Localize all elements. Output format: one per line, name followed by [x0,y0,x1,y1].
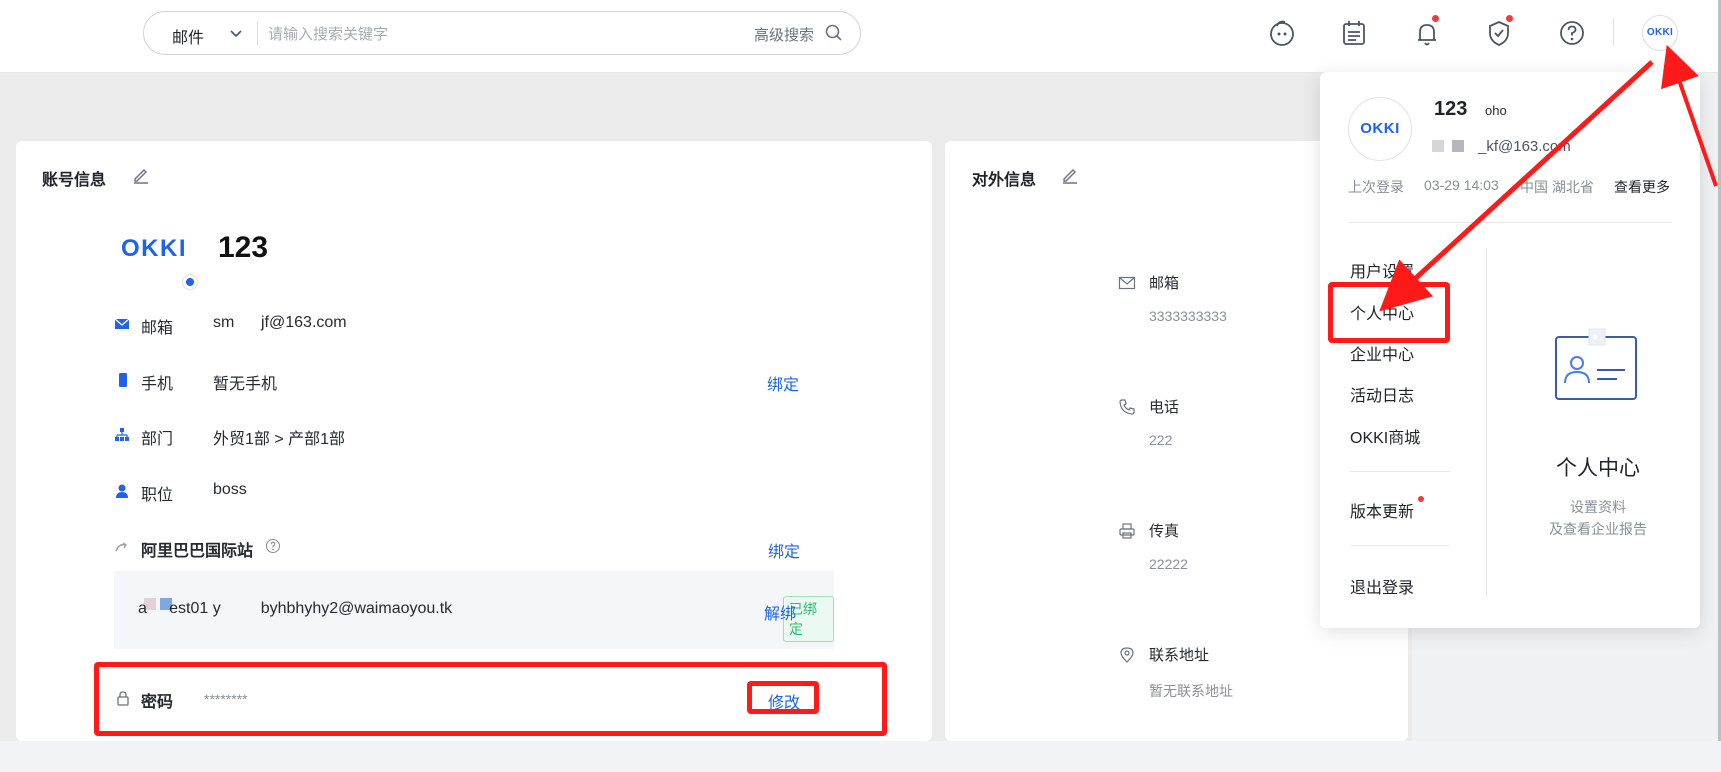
ext-phone-value: 222 [1149,432,1173,448]
account-name: 123 [218,231,269,264]
user-dropdown-menu: OKKI 123 oho _kf@163.com 上次登录 03-29 14:0… [1320,72,1700,628]
personal-center-highlight-box [1328,282,1450,343]
chevron-down-icon[interactable] [228,23,244,43]
department-icon [115,428,129,441]
ext-address-value: 暂无联系地址 [1149,683,1233,699]
menu-item-activity-log[interactable]: 活动日志 [1350,382,1414,406]
dropdown-avatar-text: OKKI [1360,120,1400,137]
menu-item-logout[interactable]: 退出登录 [1350,574,1414,598]
position-label: 职位 [141,487,174,504]
phone-value: 暂无手机 [213,376,278,393]
ext-email-value: 3333333333 [1149,308,1227,324]
menu-separator [1350,471,1450,472]
fax-icon [1119,523,1135,539]
last-login-location: 中国 湖北省 [1520,179,1594,195]
location-icon [1120,647,1134,663]
position-value: boss [213,481,247,498]
ext-email-label: 邮箱 [1149,275,1180,292]
ext-fax-label: 传真 [1149,523,1180,540]
menu-item-version-update[interactable]: 版本更新 [1350,498,1414,522]
search-divider [257,22,258,46]
department-label: 部门 [141,431,174,448]
user-avatar[interactable]: OKKI [1642,15,1678,51]
info-icon[interactable] [265,538,281,554]
email-label: 邮箱 [141,320,174,337]
avatar-text: OKKI [1646,27,1674,38]
change-password-highlight-box [747,681,819,714]
dropdown-divider [1348,222,1672,223]
id-card-icon [1555,328,1637,400]
phone-label: 手机 [141,376,174,393]
phone-icon [119,373,127,387]
preview-desc-line1: 设置资料 [1570,499,1626,515]
menu-separator [1350,545,1450,546]
bell-icon [1418,24,1436,46]
brand-logo: OKKI [121,235,187,262]
dropdown-name-suffix: oho [1485,103,1507,118]
ext-phone-label: 电话 [1149,399,1180,416]
toolbar-divider [1613,18,1614,46]
last-login-time: 03-29 14:03 [1424,177,1499,193]
search-bar: 邮件 高级搜索 [143,11,861,55]
menu-item-user-settings[interactable]: 用户设置 [1350,258,1414,282]
menu-item-enterprise-center[interactable]: 企业中心 [1350,341,1414,365]
security-button[interactable] [1482,15,1516,50]
ext-address-label: 联系地址 [1149,647,1210,664]
account-info-card: 账号信息 OKKI 123 邮箱 sm jf@163.com 手机 暂无手机 绑… [16,141,932,741]
search-input[interactable] [268,22,668,46]
assistant-icon[interactable] [1265,16,1299,50]
mail-icon [1118,276,1136,290]
notification-button[interactable] [1410,15,1444,50]
alibaba-icon [115,542,127,552]
security-alert-dot [1506,15,1513,22]
preview-title: 个人中心 [1556,457,1640,480]
search-icon[interactable] [824,23,844,43]
bind-phone-link[interactable]: 绑定 [767,371,799,395]
view-more-link[interactable]: 查看更多 [1614,177,1670,197]
masked-text-block [1432,140,1444,152]
help-icon[interactable] [1555,16,1589,50]
update-dot [1418,496,1424,502]
menu-item-okki-mall[interactable]: OKKI商城 [1350,424,1420,448]
department-value: 外贸1部 > 产部1部 [213,431,346,448]
edit-icon[interactable] [1060,165,1080,185]
alibaba-account-box: a est01 y byhbhyhy2@waimaoyou.tk 已绑定 解绑 [114,571,834,649]
edit-icon[interactable] [131,165,151,185]
masked-text-block [1452,140,1464,152]
top-bar: 邮件 高级搜索 OKKI [0,0,1721,73]
online-status-dot [183,275,197,289]
user-icon [116,484,128,498]
external-info-title: 对外信息 [972,172,1037,189]
account-info-title: 账号信息 [42,172,107,189]
notification-dot [1432,15,1439,22]
unbind-link[interactable]: 解绑 [764,600,796,624]
calendar-icon[interactable] [1337,16,1371,50]
alibaba-account-value: a est01 y byhbhyhy2@waimaoyou.tk [138,600,453,617]
phone-icon [1119,399,1135,415]
last-login-label: 上次登录 [1348,179,1404,195]
advanced-search-link[interactable]: 高级搜索 [754,24,814,45]
preview-desc-line2: 及查看企业报告 [1549,521,1647,537]
email-value: sm jf@163.com [213,314,347,331]
dropdown-vertical-divider [1486,248,1487,598]
search-type-label[interactable]: 邮件 [172,24,204,48]
bottom-strip [0,741,1721,772]
ext-fax-value: 22222 [1149,556,1188,572]
bind-alibaba-link[interactable]: 绑定 [768,538,800,562]
alibaba-label: 阿里巴巴国际站 [141,543,254,560]
mail-icon [114,318,130,329]
dropdown-email: _kf@163.com [1478,138,1571,155]
dropdown-user-name: 123 [1434,98,1468,120]
dropdown-avatar: OKKI [1348,97,1412,161]
